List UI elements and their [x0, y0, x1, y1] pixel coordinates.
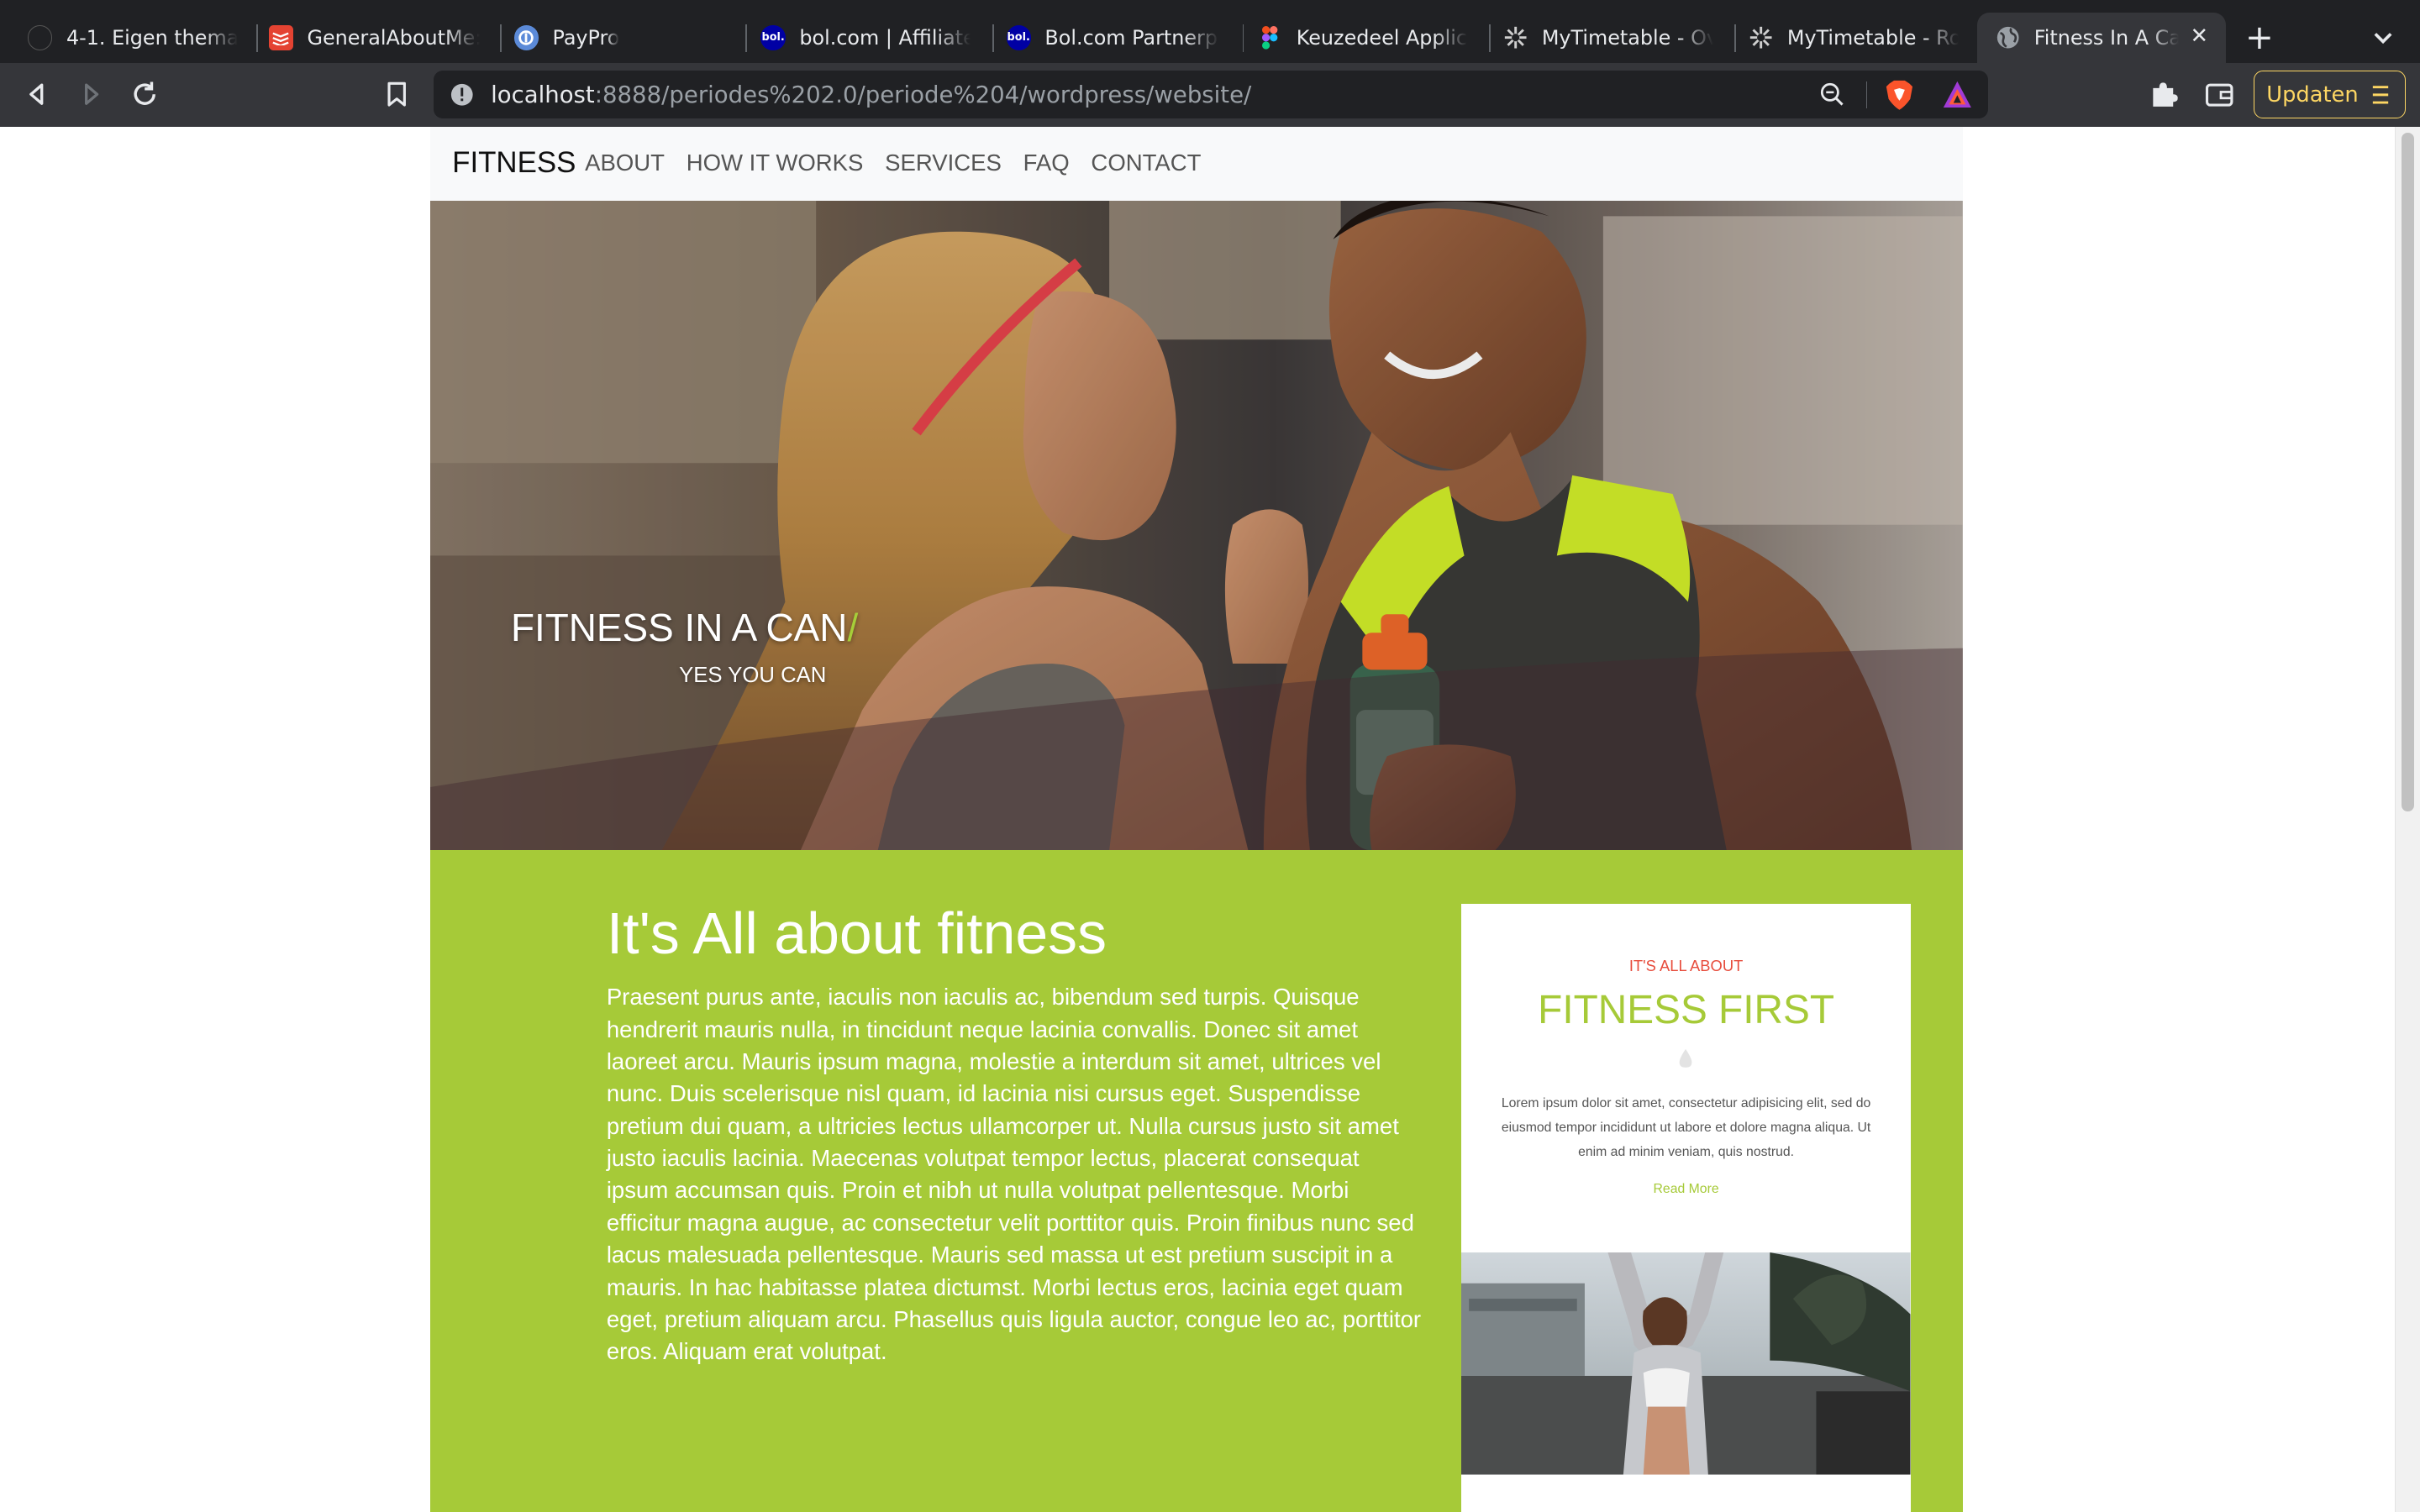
nav-link-contact[interactable]: CONTACT	[1091, 150, 1201, 176]
page-viewport: FITNESS ABOUT HOW IT WORKS SERVICES FAQ …	[0, 126, 2420, 1512]
tab-fitness-active[interactable]: Fitness In A Can ✕	[1976, 12, 2226, 64]
tab-title: PayPro	[552, 25, 620, 50]
tab-search-chevron-icon[interactable]	[2365, 18, 2402, 55]
card-title: FITNESS FIRST	[1538, 988, 1834, 1033]
new-tab-button[interactable]: +	[2241, 18, 2278, 55]
tab-title: GeneralAboutMe: T	[307, 25, 481, 50]
hero-subtitle: YES YOU CAN	[679, 663, 827, 687]
tab-bol-affiliate[interactable]: bol. bol.com | Affiliate M	[742, 13, 989, 64]
url-host: localhost	[491, 81, 595, 109]
reload-icon[interactable]	[128, 77, 161, 111]
scrollbar-thumb[interactable]	[2401, 132, 2414, 812]
tab-title: bol.com | Affiliate M	[799, 25, 971, 50]
close-tab-icon[interactable]: ✕	[2187, 24, 2212, 49]
update-button[interactable]: Updaten	[2253, 71, 2407, 119]
tab-mytimetable-rooster[interactable]: MyTimetable - Roos	[1730, 13, 1977, 64]
browser-toolbar: localhost:8888/periodes%202.0/periode%20…	[0, 63, 2420, 127]
extensions-puzzle-icon[interactable]	[2147, 77, 2181, 111]
tab-title: Keuzedeel Applicat	[1296, 25, 1468, 50]
omnibox-divider	[1865, 81, 1868, 108]
tab-bol-partner[interactable]: bol. Bol.com Partnerpro	[987, 13, 1238, 64]
paypro-icon	[513, 25, 539, 50]
address-bar[interactable]: localhost:8888/periodes%202.0/periode%20…	[434, 71, 1988, 119]
tab-github[interactable]: 4-1. Eigen thema m	[9, 13, 256, 64]
nav-links: ABOUT HOW IT WORKS SERVICES FAQ CONTACT	[585, 150, 1201, 176]
zoom-icon[interactable]	[1819, 81, 1845, 113]
hero-photo	[430, 200, 1964, 851]
tab-title: Fitness In A Can	[2033, 25, 2180, 50]
wallet-icon[interactable]	[2202, 77, 2236, 111]
bol-icon: bol.	[760, 25, 786, 50]
tab-title: Bol.com Partnerpro	[1044, 25, 1219, 50]
hero-title: FITNESS IN A CAN/	[511, 605, 858, 650]
mytimetable-icon	[1503, 25, 1528, 50]
nav-link-how-it-works[interactable]: HOW IT WORKS	[687, 150, 864, 176]
page-scrollbar[interactable]	[2394, 126, 2420, 1512]
back-icon[interactable]	[20, 77, 54, 111]
github-icon	[28, 25, 53, 50]
about-heading: It's All about fitness	[606, 900, 1107, 966]
figma-icon	[1258, 25, 1282, 50]
card-text: Lorem ipsum dolor sit amet, consectetur …	[1501, 1095, 1871, 1160]
fitness-first-card: IT'S ALL ABOUT FITNESS FIRST Lorem ipsum…	[1461, 904, 1911, 1512]
drop-icon	[1676, 1047, 1695, 1069]
todoist-icon	[268, 25, 293, 50]
nav-link-about[interactable]: ABOUT	[585, 150, 665, 176]
site-brand[interactable]: FITNESS	[452, 146, 576, 180]
brave-rewards-icon[interactable]	[1942, 80, 1973, 115]
hero-title-text: FITNESS IN A CAN	[510, 605, 848, 649]
hero-banner: FITNESS IN A CAN/ YES YOU CAN	[430, 200, 1964, 851]
bookmark-icon[interactable]	[380, 77, 413, 111]
woman-stretching-photo	[1461, 1252, 1911, 1475]
bol-icon: bol.	[1006, 25, 1031, 50]
tab-title: MyTimetable - Roos	[1786, 25, 1959, 50]
browser-window: 4-1. Eigen thema m GeneralAboutMe: T Pay…	[0, 0, 2420, 1512]
menu-icon	[2371, 84, 2390, 112]
site-info-icon[interactable]	[450, 83, 474, 113]
globe-icon	[1996, 25, 2020, 50]
url-path: :8888/periodes%202.0/periode%204/wordpre…	[594, 81, 1252, 109]
nav-link-faq[interactable]: FAQ	[1023, 150, 1070, 176]
brave-shields-icon[interactable]	[1885, 79, 1914, 118]
url-text: localhost:8888/periodes%202.0/periode%20…	[491, 81, 1251, 108]
tab-paypro[interactable]: PayPro	[496, 13, 743, 64]
card-kicker: IT'S ALL ABOUT	[1628, 956, 1744, 974]
about-body-text: Praesent purus ante, iaculis non iaculis…	[606, 984, 1422, 1365]
nav-link-services[interactable]: SERVICES	[885, 150, 1002, 176]
tab-title: MyTimetable - Over	[1541, 25, 1713, 50]
about-section: It's All about fitness Praesent purus an…	[430, 850, 1964, 1512]
tab-title: 4-1. Eigen thema m	[66, 25, 238, 50]
fitness-site: FITNESS ABOUT HOW IT WORKS SERVICES FAQ …	[430, 126, 1964, 1512]
tab-figma[interactable]: Keuzedeel Applicat	[1239, 13, 1486, 64]
tab-strip: 4-1. Eigen thema m GeneralAboutMe: T Pay…	[0, 0, 2420, 64]
tab-todoist[interactable]: GeneralAboutMe: T	[250, 13, 499, 64]
site-navbar: FITNESS ABOUT HOW IT WORKS SERVICES FAQ …	[430, 126, 1964, 201]
tab-mytimetable-overview[interactable]: MyTimetable - Over	[1485, 13, 1732, 64]
hero-title-mark: /	[847, 605, 859, 649]
update-button-label: Updaten	[2266, 81, 2359, 108]
card-photo	[1461, 1252, 1911, 1475]
mytimetable-icon	[1749, 25, 1773, 50]
forward-icon[interactable]	[74, 77, 108, 111]
read-more-link[interactable]: Read More	[1461, 1182, 1910, 1197]
